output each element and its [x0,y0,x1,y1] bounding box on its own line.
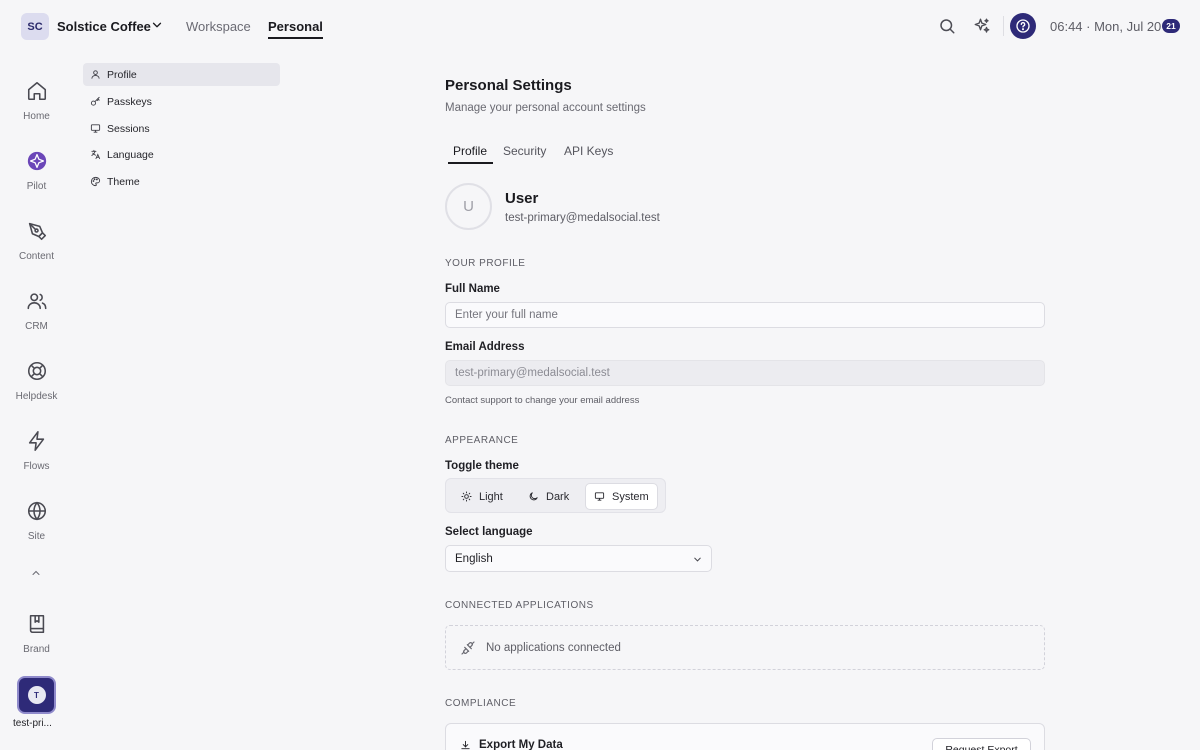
zap-icon [28,431,44,451]
languages-icon [91,149,101,160]
connected-apps-empty-state: No applications connected [445,625,1045,670]
workspace-name[interactable]: Solstice Coffee [57,19,151,34]
help-button[interactable] [1010,13,1036,39]
user-label: test-pri... [13,718,52,729]
chevron-down-icon[interactable] [150,18,164,32]
request-export-button[interactable]: Request Export [932,738,1031,750]
chevron-down-icon [694,557,701,562]
rail-label: Flows [23,461,50,472]
notification-badge[interactable]: 21 [1162,19,1180,33]
email-field [445,360,1045,386]
profile-email: test-primary@medalsocial.test [505,212,660,224]
rail-item-content[interactable]: Content [0,220,73,262]
rail-item-home[interactable]: Home [0,80,73,122]
profile-name: User [505,190,539,207]
rail-label: Brand [23,644,50,655]
sidebar-item-label: Passkeys [107,95,152,108]
rail-label: Pilot [26,181,47,192]
sidebar-item-label: Language [107,148,154,161]
pilot-icon [27,151,46,171]
toggle-theme-label: Toggle theme [445,460,519,472]
rail-item-site[interactable]: Site [0,500,73,542]
tab-api-keys[interactable]: API Keys [564,144,613,158]
full-name-input[interactable] [445,302,1045,328]
rail-label: Home [23,111,50,122]
monitor-icon [594,492,605,501]
theme-dark-button[interactable]: Dark [520,483,577,510]
help-circle-icon [1016,19,1030,33]
rail-label: Helpdesk [15,391,58,402]
rail-item-helpdesk[interactable]: Helpdesk [0,360,73,402]
chevron-up-icon[interactable] [30,567,42,579]
theme-option-label: System [612,490,649,503]
user-icon [91,70,100,79]
search-icon[interactable] [938,17,956,35]
sidebar-item-language[interactable]: Language [83,143,280,166]
email-hint: Contact support to change your email add… [445,395,640,406]
globe-icon [27,501,46,521]
language-select-value: English [455,552,493,565]
email-label: Email Address [445,341,525,353]
sidebar-item-sessions[interactable]: Sessions [83,117,280,140]
rail-item-flows[interactable]: Flows [0,430,73,472]
rail-item-crm[interactable]: CRM [0,290,73,332]
pen-tool-icon [28,222,46,241]
select-language-label: Select language [445,526,533,538]
language-select[interactable]: English [445,545,712,572]
sidebar-item-label: Profile [107,68,137,81]
palette-icon [90,176,101,187]
sparkles-icon[interactable] [973,17,991,35]
export-title: Export My Data [460,739,563,750]
section-heading-compliance: COMPLIANCE [445,698,517,709]
theme-light-button[interactable]: Light [453,483,511,510]
download-icon [461,740,470,749]
sidebar-item-label: Theme [107,175,140,188]
theme-option-label: Light [479,490,503,503]
user-avatar-button[interactable]: T [17,676,56,714]
empty-state-text: No applications connected [486,641,621,654]
tab-profile[interactable]: Profile [453,144,487,158]
divider [1003,16,1004,36]
rail-item-pilot[interactable]: Pilot [0,150,73,192]
tab-workspace[interactable]: Workspace [186,19,251,34]
page-subtitle: Manage your personal account settings [445,102,646,114]
theme-option-label: Dark [546,490,570,503]
rail-label: Content [18,251,55,262]
tab-security[interactable]: Security [503,144,546,158]
export-data-card: Export My Data Request Export [445,723,1045,750]
moon-icon [529,492,538,501]
profile-avatar[interactable]: U [445,183,492,230]
plug-icon [461,640,475,655]
book-icon [29,614,44,634]
workspace-avatar[interactable]: SC [21,13,49,40]
avatar: T [27,686,46,704]
page-title: Personal Settings [445,77,572,94]
sun-icon [461,491,472,502]
section-heading-your-profile: YOUR PROFILE [445,258,526,269]
rail-label: CRM [25,321,48,332]
sidebar-item-passkeys[interactable]: Passkeys [83,90,280,113]
top-bar: SC Solstice Coffee Workspace Personal 06… [0,0,1200,52]
tab-personal[interactable]: Personal [268,19,323,39]
theme-system-button[interactable]: System [585,483,658,510]
sidebar-item-profile[interactable]: Profile [83,63,280,86]
full-name-label: Full Name [445,283,500,295]
lifebuoy-icon [27,361,46,381]
monitor-icon [90,124,101,133]
active-tab-indicator [448,162,493,164]
section-heading-appearance: APPEARANCE [445,435,519,446]
rail-item-brand[interactable]: Brand [0,613,73,655]
clock-text: 06:44 · Mon, Jul 20 [1050,19,1162,34]
rail-label: Site [27,531,46,542]
sidebar-item-label: Sessions [107,122,150,135]
home-icon [27,81,46,101]
sidebar-item-theme[interactable]: Theme [83,170,280,193]
section-heading-connected-applications: CONNECTED APPLICATIONS [445,600,594,611]
key-icon [90,96,100,106]
theme-toggle-group: Light Dark System [445,478,666,513]
export-title-text: Export My Data [479,739,563,750]
users-icon [27,293,46,310]
